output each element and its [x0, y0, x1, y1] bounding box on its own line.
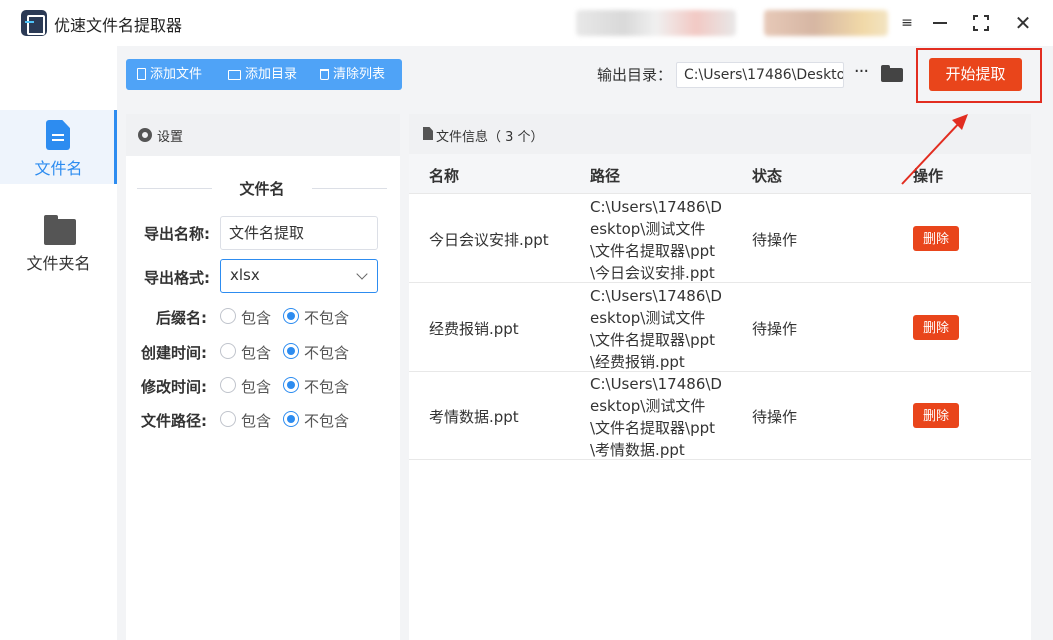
radio-label: 包含: [241, 309, 272, 327]
suffix-exclude-radio[interactable]: [283, 308, 299, 324]
clear-list-label: 清除列表: [333, 67, 386, 82]
file-path-cell: C:\Users\17486\D esktop\测试文件 \文件名提取器\ppt…: [590, 196, 730, 284]
settings-header: 设置: [126, 114, 400, 156]
trash-icon: [320, 69, 329, 80]
delete-button[interactable]: 删除: [913, 403, 959, 428]
add-directory-label: 添加目录: [245, 67, 298, 82]
suffix-include-radio[interactable]: [220, 308, 236, 324]
close-button[interactable]: ✕: [1010, 10, 1036, 36]
path-line: \文件名提取器\ppt: [590, 242, 716, 260]
path-line: esktop\测试文件: [590, 309, 706, 327]
suffix-label: 后缀名:: [156, 309, 207, 327]
path-line: \今日会议安排.ppt: [590, 264, 715, 282]
annotation-arrow-icon: [901, 114, 968, 185]
column-header-path: 路径: [590, 167, 621, 185]
add-file-label: 添加文件: [150, 67, 203, 82]
export-format-label: 导出格式:: [144, 269, 210, 287]
path-line: \经费报销.ppt: [590, 353, 685, 371]
export-name-input[interactable]: 文件名提取: [220, 216, 378, 250]
divider: [312, 188, 387, 189]
browse-folder-icon[interactable]: [881, 64, 903, 84]
file-icon: [44, 120, 72, 150]
chevron-down-icon: [356, 268, 368, 280]
title-bar: 优速文件名提取器 ≡ ✕: [0, 0, 1053, 46]
file-name-cell: 考情数据.ppt: [429, 408, 519, 426]
status-cell: 待操作: [752, 231, 798, 249]
app-logo-icon: [21, 10, 47, 36]
menu-button[interactable]: ≡: [894, 10, 920, 36]
minimize-icon: [933, 22, 947, 24]
blurred-account-info: [576, 10, 736, 36]
document-icon: [137, 68, 146, 80]
delete-button[interactable]: 删除: [913, 226, 959, 251]
file-path-cell: C:\Users\17486\D esktop\测试文件 \文件名提取器\ppt…: [590, 373, 730, 461]
file-path-cell: C:\Users\17486\D esktop\测试文件 \文件名提取器\ppt…: [590, 285, 730, 373]
minimize-button[interactable]: [927, 10, 953, 36]
path-line: C:\Users\17486\D: [590, 198, 722, 216]
path-include-radio[interactable]: [220, 411, 236, 427]
sidebar: 文件名 文件夹名: [0, 110, 117, 640]
settings-panel: 设置 文件名 导出名称: 文件名提取 导出格式: xlsx 后缀名: 包含 不包…: [126, 114, 400, 640]
status-cell: 待操作: [752, 408, 798, 426]
sidebar-item-label: 文件夹名: [26, 254, 91, 273]
path-line: esktop\测试文件: [590, 397, 706, 415]
table-row: 考情数据.ppt C:\Users\17486\D esktop\测试文件 \文…: [409, 372, 1031, 460]
settings-title: 设置: [157, 130, 184, 145]
export-format-select[interactable]: xlsx: [220, 259, 378, 293]
path-line: esktop\测试文件: [590, 220, 706, 238]
path-line: C:\Users\17486\D: [590, 375, 722, 393]
modified-include-radio[interactable]: [220, 377, 236, 393]
radio-label: 包含: [241, 412, 272, 430]
path-exclude-radio[interactable]: [283, 411, 299, 427]
sidebar-item-label: 文件名: [34, 159, 83, 178]
modified-exclude-radio[interactable]: [283, 377, 299, 393]
more-options-icon[interactable]: ···: [851, 63, 871, 84]
output-dir-label: 输出目录：: [597, 66, 673, 84]
file-name-cell: 今日会议安排.ppt: [429, 231, 549, 249]
table-row: 经费报销.ppt C:\Users\17486\D esktop\测试文件 \文…: [409, 284, 1031, 372]
path-line: \文件名提取器\ppt: [590, 331, 716, 349]
column-header-status: 状态: [752, 167, 783, 185]
table-row: 今日会议安排.ppt C:\Users\17486\D esktop\测试文件 …: [409, 195, 1031, 283]
add-directory-button[interactable]: 添加目录: [228, 59, 297, 90]
section-title: 文件名: [239, 180, 285, 198]
created-exclude-radio[interactable]: [283, 343, 299, 359]
add-file-button[interactable]: 添加文件: [137, 59, 202, 90]
divider: [137, 188, 212, 189]
status-cell: 待操作: [752, 320, 798, 338]
document-icon: [423, 127, 433, 140]
export-format-value: xlsx: [230, 266, 260, 284]
radio-label: 不包含: [304, 378, 350, 396]
folder-outline-icon: [228, 70, 241, 80]
radio-label: 包含: [241, 378, 272, 396]
file-path-label: 文件路径:: [141, 412, 207, 430]
export-name-label: 导出名称:: [144, 225, 210, 243]
sidebar-item-filename[interactable]: 文件名: [0, 110, 117, 184]
radio-label: 不包含: [304, 344, 350, 362]
path-line: \文件名提取器\ppt: [590, 419, 716, 437]
folder-icon: [44, 215, 76, 245]
created-time-label: 创建时间:: [141, 344, 207, 362]
sidebar-item-foldername[interactable]: 文件夹名: [0, 205, 117, 279]
maximize-button[interactable]: [968, 10, 994, 36]
blurred-user-avatar: [764, 10, 888, 36]
app-title: 优速文件名提取器: [54, 16, 183, 35]
radio-label: 不包含: [304, 309, 350, 327]
radio-label: 包含: [241, 344, 272, 362]
gear-icon: [138, 128, 152, 142]
radio-label: 不包含: [304, 412, 350, 430]
start-extract-button[interactable]: 开始提取: [929, 58, 1022, 91]
maximize-icon: [972, 14, 990, 32]
delete-button[interactable]: 删除: [913, 315, 959, 340]
path-line: C:\Users\17486\D: [590, 287, 722, 305]
path-line: \考情数据.ppt: [590, 441, 685, 459]
file-name-cell: 经费报销.ppt: [429, 320, 519, 338]
created-include-radio[interactable]: [220, 343, 236, 359]
toolbar-button-group: 添加文件 添加目录 清除列表: [126, 59, 402, 90]
output-dir-input[interactable]: C:\Users\17486\Desktop: [676, 62, 844, 88]
clear-list-button[interactable]: 清除列表: [320, 59, 385, 90]
file-info-title: 文件信息（ 3 个）: [436, 130, 544, 145]
column-header-name: 名称: [429, 167, 460, 185]
modified-time-label: 修改时间:: [141, 378, 207, 396]
